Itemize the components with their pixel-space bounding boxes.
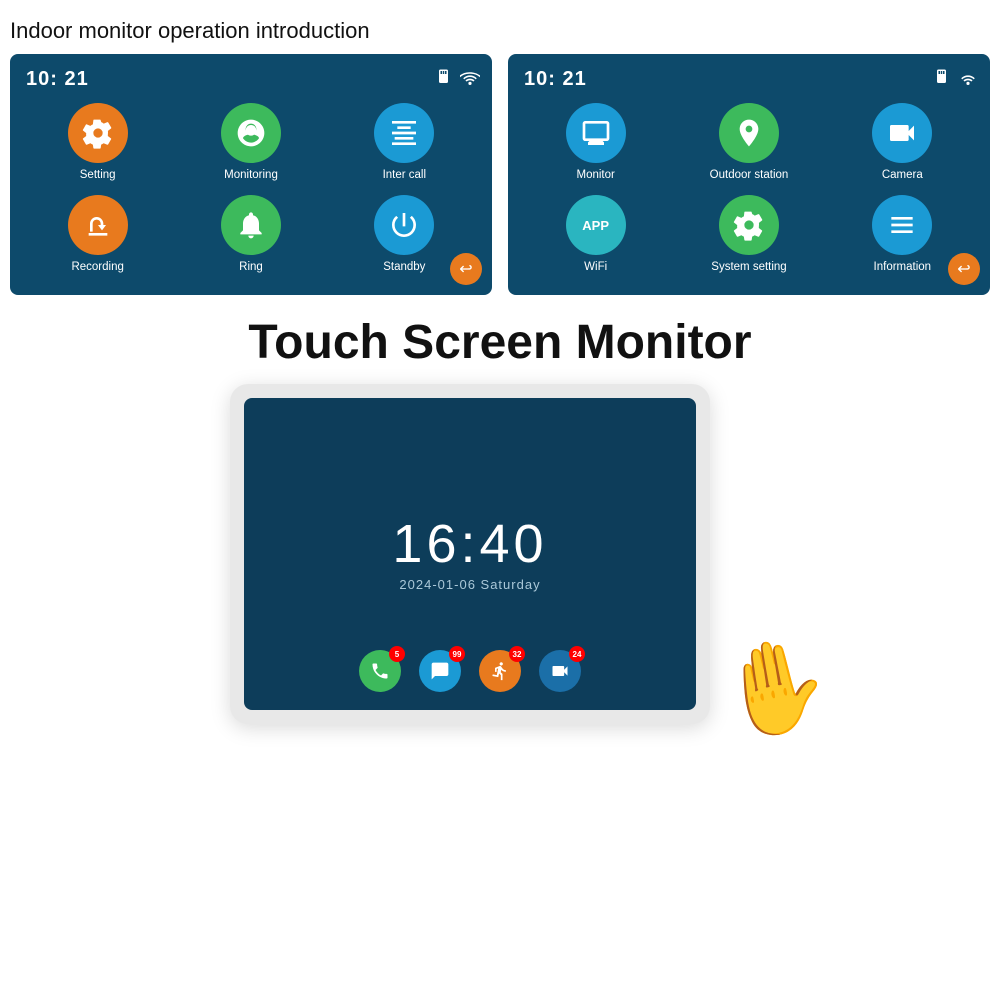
phone-button[interactable]: 5 <box>359 650 401 692</box>
touch-monitor-section: Touch Screen Monitor 16:40 2024-01-06 Sa… <box>0 315 1000 754</box>
monitor-frame: 16:40 2024-01-06 Saturday 5 99 <box>230 384 710 724</box>
setting-label: Setting <box>80 169 116 181</box>
monitoring-button[interactable]: Monitoring <box>179 103 322 181</box>
information-label: Information <box>874 261 932 273</box>
wifi-icon <box>460 69 480 85</box>
sd-card-icon2 <box>934 68 952 86</box>
phone-badge: 5 <box>389 646 405 662</box>
page-title: Indoor monitor operation introduction <box>0 0 1000 54</box>
wifi-button[interactable]: APP WiFi <box>524 195 667 273</box>
camera-rec-button[interactable]: 24 <box>539 650 581 692</box>
system-setting-icon-circle <box>719 195 779 255</box>
monitor-date: 2024-01-06 Saturday <box>399 577 540 592</box>
motion-badge: 32 <box>509 646 525 662</box>
outdoor-label: Outdoor station <box>710 169 789 181</box>
ring-label: Ring <box>239 261 263 273</box>
hand-pointer-icon: 🤚 <box>711 635 837 743</box>
intercall-button[interactable]: Inter call <box>333 103 476 181</box>
sd-card-icon <box>436 68 454 86</box>
chat-badge: 99 <box>449 646 465 662</box>
camera-button[interactable]: Camera <box>831 103 974 181</box>
screen2-back-button[interactable]: ↩ <box>948 253 980 285</box>
outdoor-button[interactable]: Outdoor station <box>677 103 820 181</box>
monitor-icon-circle <box>566 103 626 163</box>
outdoor-icon-circle <box>719 103 779 163</box>
top-screens: 10: 21 Setting <box>0 54 1000 295</box>
ring-icon-circle <box>221 195 281 255</box>
screen1-icon-grid: Setting Monitoring Inter call <box>26 103 476 273</box>
ring-button[interactable]: Ring <box>179 195 322 273</box>
system-setting-button[interactable]: System setting <box>677 195 820 273</box>
motion-button[interactable]: 32 <box>479 650 521 692</box>
screen2-status-icons <box>934 68 978 86</box>
monitor-wrapper: 16:40 2024-01-06 Saturday 5 99 <box>230 384 770 754</box>
monitor-time: 16:40 <box>392 517 547 571</box>
camera-icon-circle <box>872 103 932 163</box>
screen2-icon-grid: Monitor Outdoor station Camera APP <box>524 103 974 273</box>
wifi-label: WiFi <box>584 261 607 273</box>
camera-label: Camera <box>882 169 923 181</box>
monitor-button[interactable]: Monitor <box>524 103 667 181</box>
screen2-card: 10: 21 Monitor <box>508 54 990 295</box>
wifi-icon2 <box>958 69 978 85</box>
recording-label: Recording <box>71 261 123 273</box>
system-setting-label: System setting <box>711 261 786 273</box>
chat-button[interactable]: 99 <box>419 650 461 692</box>
setting-button[interactable]: Setting <box>26 103 169 181</box>
standby-label: Standby <box>383 261 425 273</box>
recording-button[interactable]: Recording <box>26 195 169 273</box>
standby-icon-circle <box>374 195 434 255</box>
screen1-card: 10: 21 Setting <box>10 54 492 295</box>
screen1-time: 10: 21 <box>26 68 476 91</box>
wifi-icon-circle: APP <box>566 195 626 255</box>
screen1-status-icons <box>436 68 480 86</box>
touch-monitor-title: Touch Screen Monitor <box>248 315 751 370</box>
information-icon-circle <box>872 195 932 255</box>
monitor-bottom-icons: 5 99 32 24 <box>359 650 581 692</box>
screen2-time: 10: 21 <box>524 68 974 91</box>
camera-rec-badge: 24 <box>569 646 585 662</box>
monitor-label: Monitor <box>576 169 614 181</box>
setting-icon-circle <box>68 103 128 163</box>
intercall-icon-circle <box>374 103 434 163</box>
monitor-screen: 16:40 2024-01-06 Saturday 5 99 <box>244 398 696 710</box>
intercall-label: Inter call <box>383 169 426 181</box>
monitoring-icon-circle <box>221 103 281 163</box>
screen1-back-button[interactable]: ↩ <box>450 253 482 285</box>
recording-icon-circle <box>68 195 128 255</box>
monitoring-label: Monitoring <box>224 169 278 181</box>
